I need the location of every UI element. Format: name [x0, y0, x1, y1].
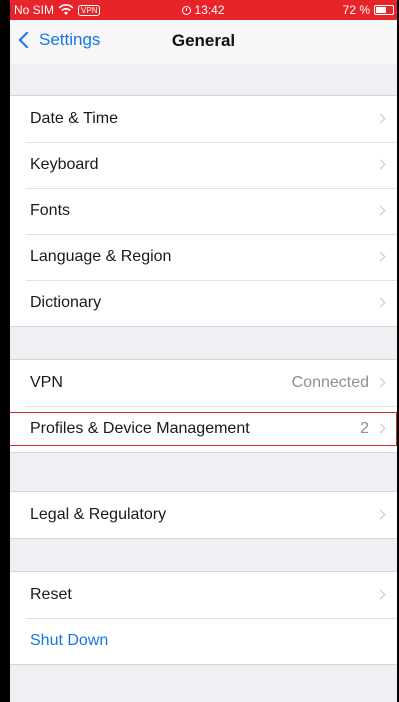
vpn-status-value: Connected [291, 374, 369, 391]
chevron-right-icon [375, 589, 386, 600]
settings-screen: No SIM VPN 13:42 72 % Settings General D… [10, 0, 397, 702]
navigation-bar: Settings General [10, 20, 397, 64]
settings-group-general: Date & Time Keyboard Fonts Language & Re… [10, 95, 397, 327]
battery-level-fill [376, 7, 386, 13]
shut-down-label: Shut Down [30, 632, 109, 649]
chevron-right-icon [375, 159, 386, 170]
row-label: Language & Region [30, 248, 172, 265]
row-label: Reset [30, 586, 72, 603]
status-time: 13:42 [194, 3, 225, 17]
page-title: General [171, 31, 236, 50]
row-profiles-device-management[interactable]: Profiles & Device Management 2 [10, 406, 397, 452]
row-label: Fonts [30, 202, 71, 219]
row-label: Profiles & Device Management [30, 420, 250, 437]
chevron-right-icon [375, 377, 386, 388]
profiles-count-value: 2 [360, 420, 369, 437]
row-label: Legal & Regulatory [30, 506, 167, 523]
settings-group-vpn-profiles: VPN Connected Profiles & Device Manageme… [10, 359, 397, 453]
row-keyboard[interactable]: Keyboard [10, 142, 397, 188]
battery-percent: 72 % [342, 3, 370, 17]
chevron-right-icon [375, 113, 386, 124]
row-label: VPN [30, 374, 63, 391]
row-legal-regulatory[interactable]: Legal & Regulatory [10, 492, 397, 538]
row-date-time[interactable]: Date & Time [10, 96, 397, 142]
battery-icon [374, 5, 394, 15]
row-fonts[interactable]: Fonts [10, 188, 397, 234]
status-right: 72 % [343, 3, 394, 17]
row-dictionary[interactable]: Dictionary [10, 280, 397, 326]
chevron-right-icon [375, 297, 386, 308]
row-label: Keyboard [30, 156, 99, 173]
row-label: Date & Time [30, 110, 119, 127]
row-language-region[interactable]: Language & Region [10, 234, 397, 280]
row-reset[interactable]: Reset [10, 572, 397, 618]
phone-frame: No SIM VPN 13:42 72 % Settings General D… [0, 0, 399, 702]
chevron-right-icon [375, 205, 386, 216]
status-center: 13:42 [10, 3, 397, 17]
settings-group-reset: Reset Shut Down [10, 571, 397, 665]
chevron-right-icon [375, 423, 386, 434]
row-label: Dictionary [30, 294, 102, 311]
shut-down-button[interactable]: Shut Down [10, 618, 397, 664]
row-vpn[interactable]: VPN Connected [10, 360, 397, 406]
alarm-clock-icon [182, 5, 192, 15]
chevron-right-icon [375, 509, 386, 520]
settings-group-legal: Legal & Regulatory [10, 491, 397, 539]
chevron-right-icon [375, 251, 386, 262]
status-bar: No SIM VPN 13:42 72 % [10, 0, 397, 20]
